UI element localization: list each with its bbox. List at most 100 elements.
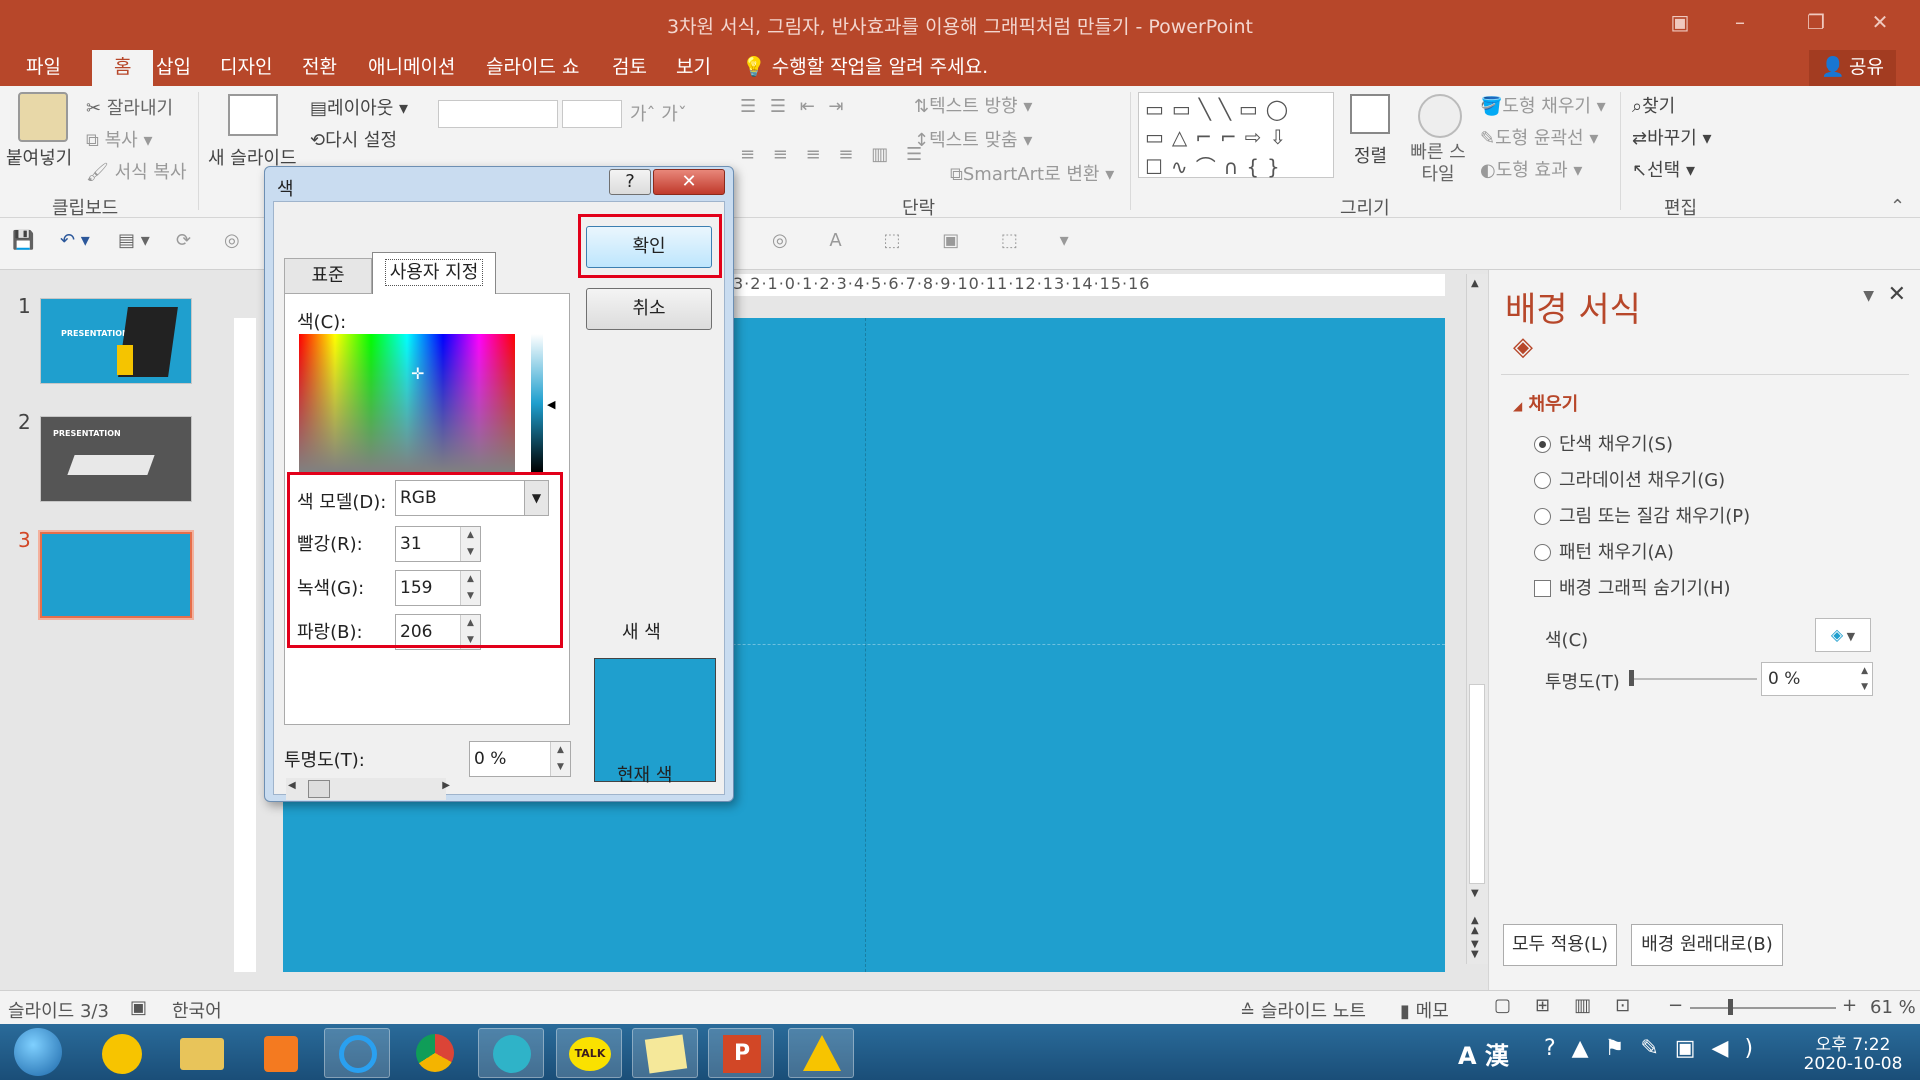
color-picker-button[interactable]: ◈ ▼ bbox=[1815, 618, 1871, 652]
qat-extra-icons[interactable]: ◎ A ⬚ ▣ ⬚ ▾ bbox=[772, 230, 1087, 251]
color-spectrum[interactable]: ✛ bbox=[299, 334, 515, 472]
share-button[interactable]: 👤 공유 bbox=[1809, 50, 1896, 86]
slide-thumb-2[interactable]: PRESENTATION bbox=[40, 416, 192, 502]
shape-outline-button[interactable]: ✎도형 윤곽선 ▾ bbox=[1480, 124, 1598, 150]
next-slide-icon[interactable]: ▼ ▼ bbox=[1471, 940, 1479, 960]
align-buttons[interactable]: ≡ ≡ ≡ ≡ ▥ ☰ bbox=[740, 144, 928, 165]
reset-background-button[interactable]: 배경 원래대로(B) bbox=[1631, 924, 1783, 966]
minimize-button[interactable]: – bbox=[1720, 10, 1760, 38]
radio[interactable] bbox=[1534, 508, 1551, 525]
slide-thumb-3[interactable] bbox=[38, 530, 194, 620]
font-name-box[interactable] bbox=[438, 100, 558, 128]
radio[interactable] bbox=[1534, 544, 1551, 561]
text-direction-button[interactable]: ⇅텍스트 방향 ▾ bbox=[914, 92, 1032, 118]
transparency-thumb[interactable] bbox=[308, 780, 330, 798]
cancel-button[interactable]: 취소 bbox=[586, 288, 712, 330]
zoom-thumb[interactable] bbox=[1728, 999, 1733, 1015]
save-icon[interactable]: 💾 bbox=[12, 230, 34, 251]
chrome-icon[interactable] bbox=[402, 1028, 468, 1078]
dialog-transparency-input[interactable]: 0 % ▲ ▼ bbox=[469, 741, 571, 777]
clock-time[interactable]: 오후 7:22 bbox=[1798, 1030, 1908, 1055]
luminance-arrow-icon[interactable]: ◀ bbox=[547, 398, 555, 411]
restore-button[interactable]: ❐ bbox=[1796, 10, 1836, 38]
tab-transitions[interactable]: 전환 bbox=[302, 50, 337, 86]
pattern-fill-option[interactable]: 패턴 채우기(A) bbox=[1534, 538, 1674, 564]
close-dialog-button[interactable]: ✕ bbox=[653, 169, 725, 195]
media-player-icon[interactable] bbox=[90, 1028, 156, 1078]
new-slide-icon[interactable] bbox=[228, 94, 278, 136]
zoom-level[interactable]: 61 % bbox=[1870, 997, 1916, 1018]
collapse-ribbon-icon[interactable]: ⌃ bbox=[1890, 196, 1905, 217]
help-button[interactable]: ? bbox=[609, 169, 651, 195]
presenter-icon[interactable]: ▤ ▾ bbox=[118, 230, 150, 251]
app-icon[interactable] bbox=[478, 1028, 544, 1078]
quick-styles-button[interactable]: 빠른 스타일 bbox=[1408, 142, 1468, 186]
shapes-icon[interactable]: ◎ bbox=[224, 230, 240, 251]
tray-icons[interactable]: ?▲⚑✎▣◀) bbox=[1544, 1036, 1769, 1061]
list-buttons[interactable]: ☰ ☰ ⇤ ⇥ bbox=[740, 96, 848, 117]
powerpoint-icon[interactable]: P bbox=[708, 1028, 774, 1078]
solid-fill-option[interactable]: 단색 채우기(S) bbox=[1534, 430, 1673, 456]
radio-selected[interactable] bbox=[1534, 436, 1551, 453]
hide-bg-graphics-option[interactable]: 배경 그래픽 숨기기(H) bbox=[1534, 574, 1731, 600]
copy-button[interactable]: ⧉ 복사 ▾ bbox=[86, 126, 152, 152]
tab-insert[interactable]: 삽입 bbox=[156, 50, 191, 86]
tab-file[interactable]: 파일 bbox=[26, 50, 61, 86]
scroll-left-icon[interactable]: ◀ bbox=[288, 780, 296, 791]
zoom-in-icon[interactable]: + bbox=[1842, 995, 1857, 1016]
pane-options-icon[interactable]: ▼ bbox=[1863, 288, 1874, 304]
arrange-button[interactable]: 정렬 bbox=[1354, 142, 1387, 168]
tab-slideshow[interactable]: 슬라이드 쇼 bbox=[486, 50, 579, 86]
spellcheck-icon[interactable]: ▣ bbox=[130, 997, 147, 1018]
clock-date[interactable]: 2020-10-08 bbox=[1798, 1054, 1908, 1074]
find-button[interactable]: ⌕찾기 bbox=[1632, 92, 1675, 118]
reset-button[interactable]: ⟲다시 설정 bbox=[310, 126, 397, 152]
kakaotalk-icon[interactable]: TALK bbox=[556, 1028, 622, 1078]
dialog-transparency-slider[interactable]: ◀ ▶ bbox=[286, 778, 450, 800]
fill-bucket-icon[interactable]: ◈ bbox=[1513, 332, 1533, 362]
language-indicator[interactable]: 한국어 bbox=[172, 997, 222, 1023]
prev-slide-icon[interactable]: ▲ ▲ bbox=[1471, 916, 1479, 936]
zoom-out-icon[interactable]: − bbox=[1668, 995, 1683, 1016]
dialog-transparency-spinner[interactable]: ▲ ▼ bbox=[550, 742, 570, 776]
select-button[interactable]: ↖선택 ▾ bbox=[1632, 156, 1695, 182]
luminance-slider[interactable] bbox=[531, 334, 543, 472]
ime-indicator[interactable]: A 漢 bbox=[1458, 1036, 1509, 1071]
warning-app-icon[interactable] bbox=[788, 1028, 854, 1078]
paste-button[interactable]: 붙여넣기 bbox=[6, 144, 72, 170]
notes-button[interactable]: ≙ 슬라이드 노트 bbox=[1240, 997, 1366, 1023]
start-button[interactable] bbox=[14, 1028, 62, 1076]
tab-animations[interactable]: 애니메이션 bbox=[368, 50, 455, 86]
slide-thumb-1[interactable]: PRESENTATION bbox=[40, 298, 192, 384]
scroll-thumb[interactable] bbox=[1469, 684, 1485, 884]
layout-button[interactable]: ▤레이아웃 ▾ bbox=[310, 94, 408, 120]
comments-button[interactable]: ▮ 메모 bbox=[1400, 997, 1449, 1023]
view-buttons[interactable]: ▢⊞▥⊡ bbox=[1494, 995, 1654, 1016]
fill-section-header[interactable]: ◢ 채우기 bbox=[1513, 390, 1578, 416]
font-size-box[interactable] bbox=[562, 100, 622, 128]
apply-to-all-button[interactable]: 모두 적용(L) bbox=[1503, 924, 1617, 966]
tab-design[interactable]: 디자인 bbox=[220, 50, 272, 86]
redo-icon[interactable]: ⟳ bbox=[176, 230, 191, 251]
scroll-right-icon[interactable]: ▶ bbox=[442, 780, 450, 791]
shapes-gallery[interactable]: ▭▭╲╲▭◯ ▭△⌐⌐⇨⇩ ☐∿⌒∩{} bbox=[1138, 92, 1334, 179]
picture-fill-option[interactable]: 그림 또는 질감 채우기(P) bbox=[1534, 502, 1750, 528]
sticky-notes-icon[interactable] bbox=[632, 1028, 698, 1078]
checkbox[interactable] bbox=[1534, 580, 1551, 597]
shape-fill-button[interactable]: 🪣도형 채우기 ▾ bbox=[1480, 92, 1606, 118]
format-painter-button[interactable]: 🖌 서식 복사 bbox=[86, 158, 187, 184]
close-window-button[interactable]: ✕ bbox=[1860, 10, 1900, 38]
transparency-input[interactable]: 0 % ▲ ▼ bbox=[1761, 662, 1873, 696]
cut-button[interactable]: ✂ 잘라내기 bbox=[86, 94, 173, 120]
zoom-slider[interactable] bbox=[1690, 999, 1836, 1015]
arrange-icon[interactable] bbox=[1350, 94, 1390, 134]
tab-view[interactable]: 보기 bbox=[676, 50, 711, 86]
scroll-up-icon[interactable]: ▲ bbox=[1471, 278, 1479, 289]
slider-thumb[interactable] bbox=[1629, 670, 1634, 686]
file-explorer-icon[interactable] bbox=[170, 1028, 236, 1078]
tab-custom[interactable]: 사용자 지정 bbox=[372, 252, 496, 294]
tab-review[interactable]: 검토 bbox=[612, 50, 647, 86]
tab-home[interactable]: 홈 bbox=[92, 50, 154, 86]
radio[interactable] bbox=[1534, 472, 1551, 489]
tab-standard[interactable]: 표준 bbox=[284, 258, 372, 294]
